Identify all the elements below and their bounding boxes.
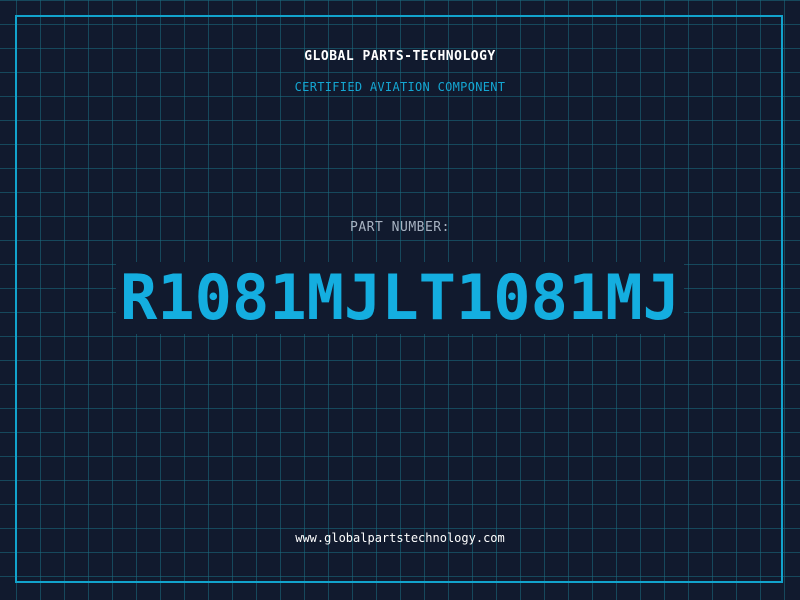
part-number-container: R1081MJLT1081MJ	[0, 262, 800, 334]
certification-subtitle: CERTIFIED AVIATION COMPONENT	[294, 80, 506, 94]
website-url: www.globalpartstechnology.com	[295, 531, 505, 545]
company-name: GLOBAL PARTS-TECHNOLOGY	[304, 49, 496, 64]
part-number-value: R1081MJLT1081MJ	[116, 262, 684, 334]
part-number-label: PART NUMBER:	[350, 220, 450, 235]
